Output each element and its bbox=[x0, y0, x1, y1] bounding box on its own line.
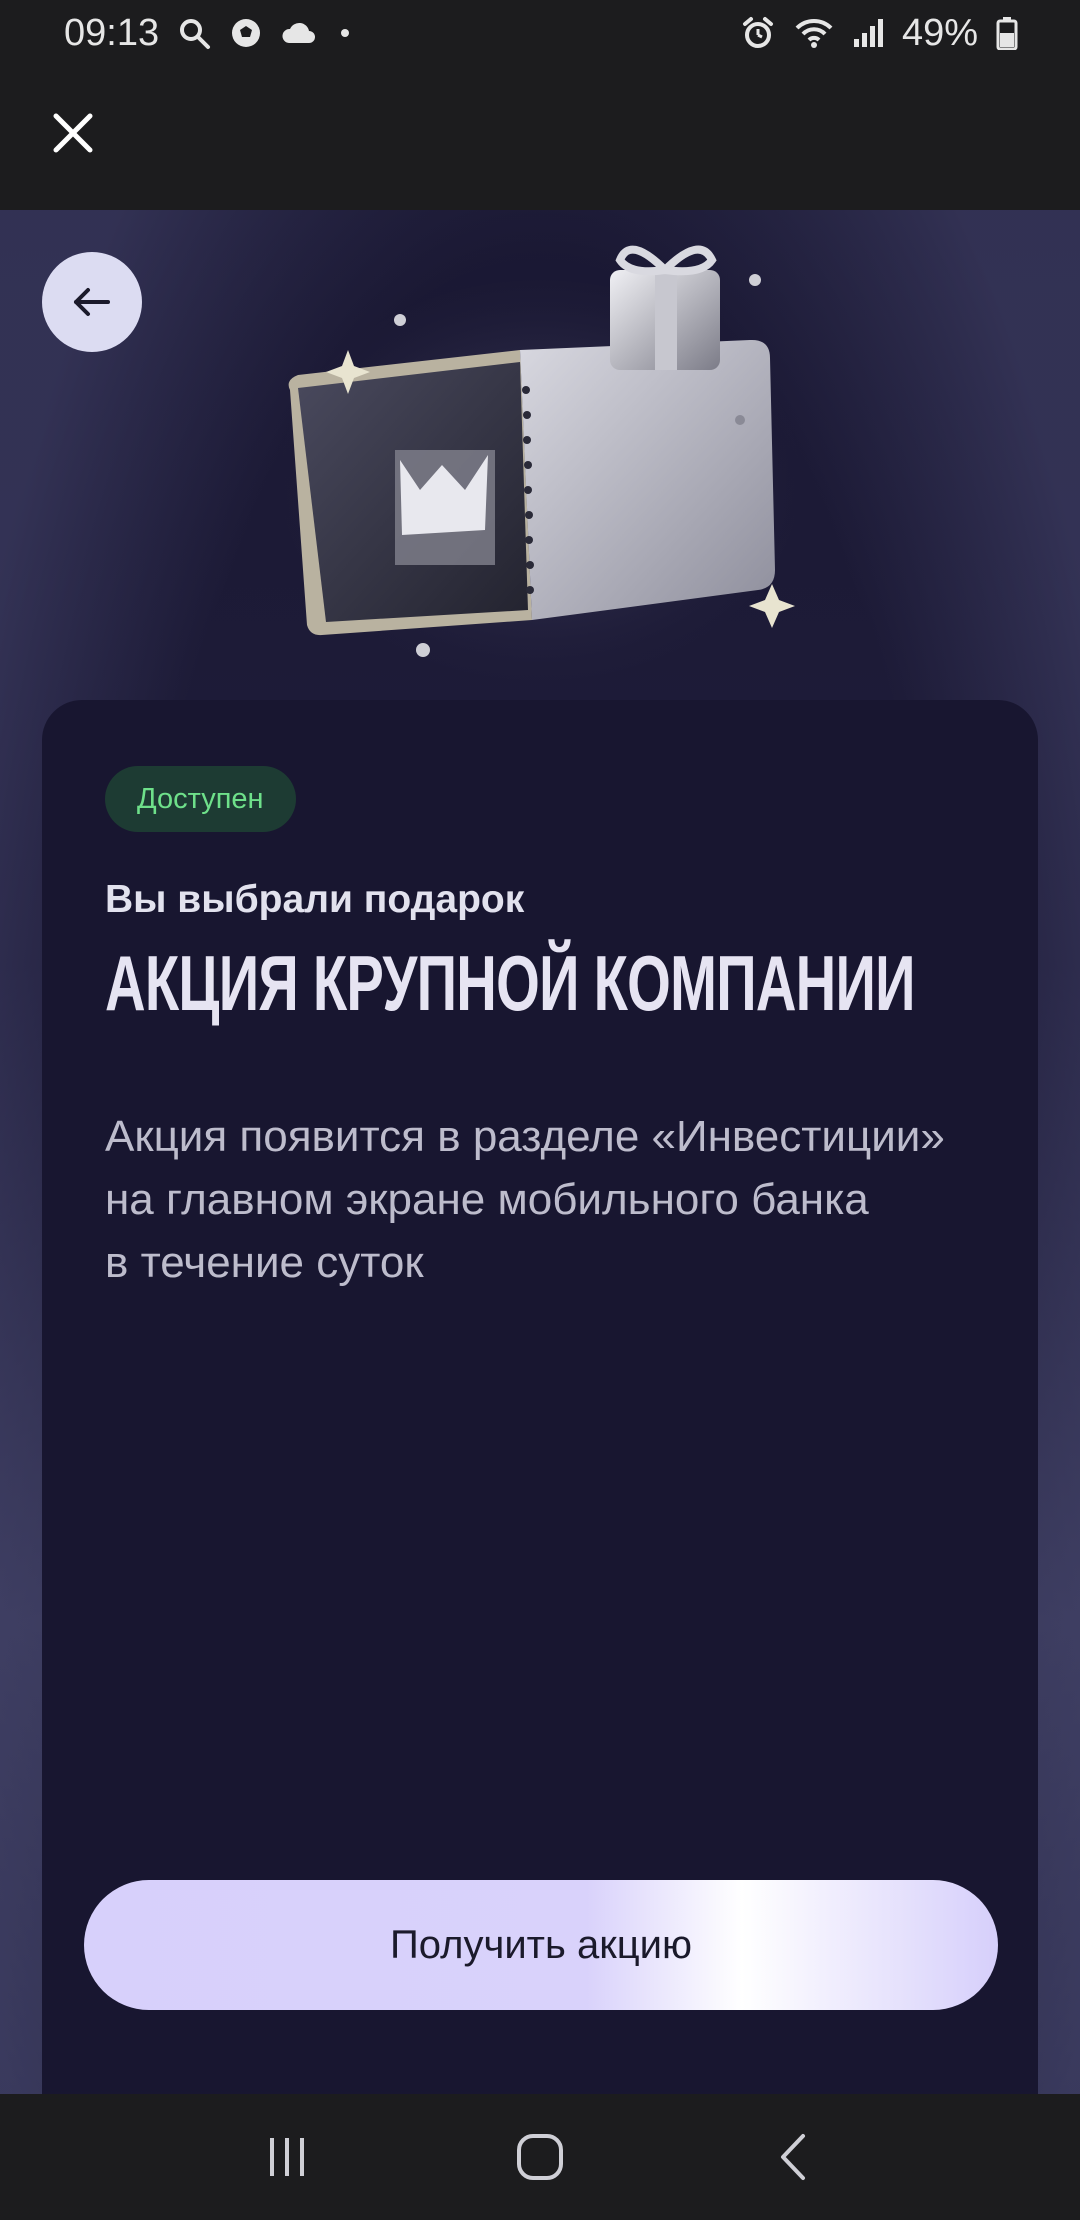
get-share-button[interactable]: Получить акцию bbox=[84, 1880, 998, 2010]
description-line: Акция появится в разделе «Инвестиции» bbox=[105, 1112, 945, 1161]
navigation-bar bbox=[0, 2094, 1080, 2220]
signal-icon bbox=[852, 17, 884, 49]
dot-icon bbox=[335, 23, 355, 43]
close-button[interactable] bbox=[48, 108, 98, 158]
content-area: Доступен Вы выбрали подарок АКЦИЯ КРУПНО… bbox=[0, 210, 1080, 2094]
gift-ticket-illustration bbox=[280, 245, 800, 680]
system-back-button[interactable] bbox=[748, 2112, 838, 2202]
status-time: 09:13 bbox=[64, 11, 160, 54]
wifi-icon bbox=[794, 16, 834, 50]
recent-apps-button[interactable] bbox=[242, 2112, 332, 2202]
description-line: в течение суток bbox=[105, 1238, 424, 1287]
search-icon bbox=[177, 16, 211, 50]
status-left: 09:13 bbox=[64, 12, 355, 55]
home-button[interactable] bbox=[495, 2112, 585, 2202]
cloud-icon bbox=[281, 19, 317, 47]
battery-icon bbox=[996, 16, 1018, 50]
recent-apps-icon bbox=[269, 2138, 304, 2176]
status-badge: Доступен bbox=[105, 766, 296, 832]
arrow-left-icon bbox=[74, 288, 110, 316]
soccer-ball-icon bbox=[229, 16, 263, 50]
battery-percent: 49% bbox=[901, 11, 978, 54]
status-right: 49% bbox=[740, 12, 1018, 55]
back-icon bbox=[781, 2134, 806, 2180]
status-bar: 09:13 49% bbox=[0, 0, 1080, 66]
close-icon bbox=[53, 113, 93, 153]
card-title: АКЦИЯ КРУПНОЙ КОМПАНИИ bbox=[105, 939, 916, 1027]
back-button[interactable] bbox=[42, 252, 142, 352]
description-line: на главном экране мобильного банка bbox=[105, 1175, 869, 1224]
home-icon bbox=[516, 2134, 563, 2180]
screen: 09:13 49% Доступен Вы выбрали подарок АК… bbox=[0, 0, 1080, 2220]
card-description: Акция появится в разделе «Инвестиции» на… bbox=[105, 1105, 1005, 1294]
card-subtitle: Вы выбрали подарок bbox=[105, 878, 525, 921]
alarm-icon bbox=[740, 15, 776, 51]
top-bar bbox=[0, 66, 1080, 210]
